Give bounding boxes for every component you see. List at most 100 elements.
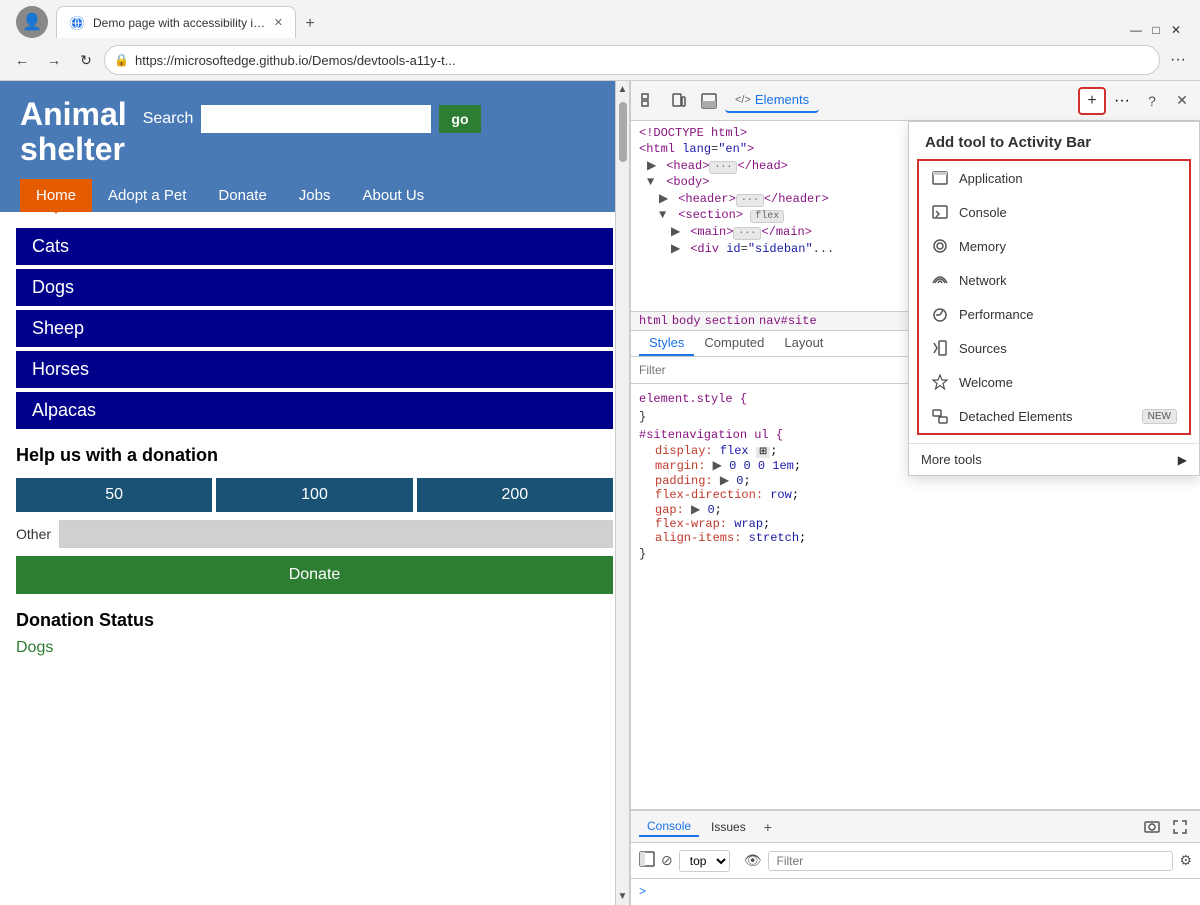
console-settings-icon[interactable]: ⚙ [1179,852,1192,869]
dropdown-item-network[interactable]: Network [919,263,1189,297]
donation-status: Donation Status Dogs [16,610,613,657]
more-tools-item[interactable]: More tools ▶ [909,443,1199,475]
welcome-label: Welcome [959,375,1177,390]
refresh-button[interactable]: ↻ [72,46,100,74]
tab-favicon [69,15,85,31]
devtools-content: <!DOCTYPE html> <html lang="en"> ▶ <head… [631,121,1200,809]
devtools-help-button[interactable]: ? [1138,87,1166,115]
console-expand-button[interactable] [1168,815,1192,839]
list-item[interactable]: Dogs [16,269,613,306]
console-tab[interactable]: Console [639,817,699,837]
network-icon [931,271,949,289]
main-area: Animal shelter Search go Home Adopt a Pe… [0,81,1200,905]
scroll-thumb[interactable] [619,102,627,162]
console-sidebar-icon[interactable] [639,851,655,870]
lock-icon: 🔒 [114,53,129,67]
console-prompt-arrow: > [639,885,646,899]
scroll-down-arrow[interactable]: ▼ [615,888,630,905]
issues-tab[interactable]: Issues [703,818,754,836]
new-tab-button[interactable]: + [296,10,324,38]
dropdown-list: Application Console Memory [917,159,1191,435]
maximize-button[interactable]: □ [1148,22,1164,38]
more-tools-label: More tools [921,452,1168,467]
close-window-button[interactable]: ✕ [1168,22,1184,38]
search-label: Search [143,110,194,128]
donation-title: Help us with a donation [16,445,613,466]
amount-200-button[interactable]: 200 [417,478,613,512]
breadcrumb-html[interactable]: html [639,314,668,328]
dropdown-item-application[interactable]: Application [919,161,1189,195]
tab-styles[interactable]: Styles [639,331,694,356]
browser-menu-button[interactable]: ··· [1164,46,1192,74]
breadcrumb-body[interactable]: body [672,314,701,328]
detached-label: Detached Elements [959,409,1132,424]
nav-donate[interactable]: Donate [202,179,282,212]
add-tool-button[interactable]: + [1078,87,1106,115]
list-item[interactable]: Cats [16,228,613,265]
dock-button[interactable] [695,87,723,115]
breadcrumb-nav[interactable]: nav#site [759,314,817,328]
dropdown-item-detached[interactable]: Detached Elements NEW [919,399,1189,433]
devtools-close-button[interactable]: ✕ [1168,87,1196,115]
devtools-more-button[interactable]: ··· [1108,87,1136,115]
eye-icon[interactable]: 👁 [744,852,762,869]
dropdown-item-welcome[interactable]: Welcome [919,365,1189,399]
donation-amounts: 50 100 200 [16,478,613,512]
donate-button[interactable]: Donate [16,556,613,594]
title-bar: 👤 Demo page with accessibility issu ✕ + … [0,0,1200,40]
address-bar: ← → ↻ 🔒 ··· [0,40,1200,80]
dropdown-item-memory[interactable]: Memory [919,229,1189,263]
console-bar: ⊘ top 👁 ⚙ [631,843,1200,879]
address-input[interactable] [104,45,1160,75]
detached-icon [931,407,949,425]
profile-avatar[interactable]: 👤 [16,6,48,38]
nav-jobs[interactable]: Jobs [283,179,347,212]
nav-about[interactable]: About Us [346,179,440,212]
dropdown-item-sources[interactable]: Sources [919,331,1189,365]
sources-label: Sources [959,341,1177,356]
browser-tab[interactable]: Demo page with accessibility issu ✕ [56,6,296,38]
scroll-up-arrow[interactable]: ▲ [615,81,630,98]
dropdown-item-performance[interactable]: Performance [919,297,1189,331]
search-input[interactable] [201,105,431,133]
list-item[interactable]: Sheep [16,310,613,347]
browser-chrome: 👤 Demo page with accessibility issu ✕ + … [0,0,1200,81]
more-tools-arrow: ▶ [1178,453,1187,467]
console-tabs-bar: Console Issues + [631,811,1200,843]
devtools-toolbar: </> Elements + ··· ? ✕ [631,81,1200,121]
status-title: Donation Status [16,610,613,631]
animal-list: Cats Dogs Sheep Horses Alpacas [16,228,613,429]
dropdown-title: Add tool to Activity Bar [909,122,1199,159]
breadcrumb-section[interactable]: section [705,314,755,328]
nav-adopt[interactable]: Adopt a Pet [92,179,202,212]
performance-icon [931,305,949,323]
list-item[interactable]: Horses [16,351,613,388]
forward-button[interactable]: → [40,46,68,74]
website-content: Animal shelter Search go Home Adopt a Pe… [0,81,630,905]
tab-close-button[interactable]: ✕ [274,16,283,29]
console-screenshot-button[interactable] [1140,815,1164,839]
console-block-icon[interactable]: ⊘ [661,852,673,869]
console-prompt: > [631,879,1200,905]
tab-layout[interactable]: Layout [774,331,833,356]
inspect-element-button[interactable] [635,87,663,115]
context-select[interactable]: top [679,850,730,872]
tab-elements[interactable]: </> Elements [725,88,819,113]
list-item[interactable]: Alpacas [16,392,613,429]
console-filter-input[interactable] [768,851,1174,871]
tab-computed[interactable]: Computed [694,331,774,356]
amount-50-button[interactable]: 50 [16,478,212,512]
minimize-button[interactable]: — [1128,22,1144,38]
nav-home[interactable]: Home [20,179,92,212]
go-button[interactable]: go [439,105,480,133]
amount-100-button[interactable]: 100 [216,478,412,512]
donation-section: Help us with a donation 50 100 200 Other… [16,445,613,594]
other-amount-input[interactable] [59,520,613,548]
add-tool-dropdown: Add tool to Activity Bar Application [908,121,1200,476]
memory-label: Memory [959,239,1177,254]
back-button[interactable]: ← [8,46,36,74]
scrollbar[interactable]: ▲ ▼ [615,81,629,905]
console-add-button[interactable]: + [758,817,778,837]
dropdown-item-console[interactable]: Console [919,195,1189,229]
device-mode-button[interactable] [665,87,693,115]
